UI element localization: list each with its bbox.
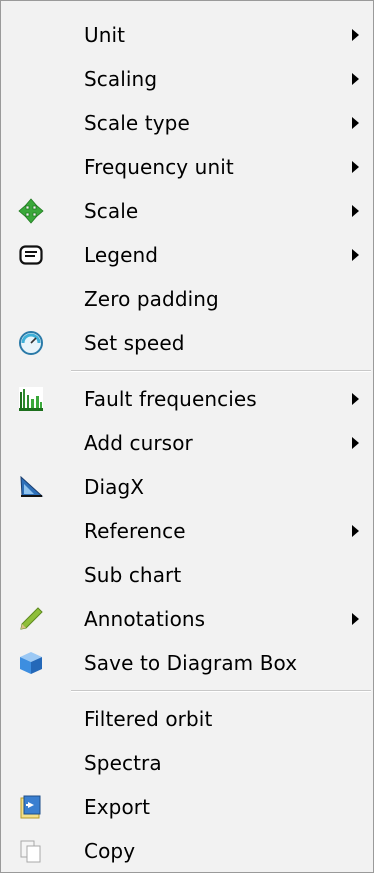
menu-item-filtered-orbit[interactable]: Filtered orbit [1, 697, 373, 741]
menu-item-label: Save to Diagram Box [84, 651, 298, 675]
submenu-arrow-icon [352, 249, 359, 261]
submenu-arrow-icon [352, 73, 359, 85]
menu-item-scale-type[interactable]: Scale type [1, 101, 373, 145]
menu-item-zero-padding[interactable]: Zero padding [1, 277, 373, 321]
menu-item-scale[interactable]: Scale [1, 189, 373, 233]
menu-separator [71, 690, 371, 692]
menu-item-label: Copy [84, 839, 136, 863]
pencil-icon [17, 605, 45, 633]
menu-item-copy[interactable]: Copy [1, 829, 373, 873]
menu-item-label: Export [84, 795, 151, 819]
menu-item-reference[interactable]: Reference [1, 509, 373, 553]
menu-item-scaling[interactable]: Scaling [1, 57, 373, 101]
menu-item-sub-chart[interactable]: Sub chart [1, 553, 373, 597]
fault-chart-icon [17, 385, 45, 413]
menu-item-set-speed[interactable]: Set speed [1, 321, 373, 365]
menu-item-label: Legend [84, 243, 159, 267]
menu-item-label: Spectra [84, 751, 162, 775]
menu-item-label: Filtered orbit [84, 707, 213, 731]
speedometer-icon [17, 329, 45, 357]
menu-item-label: Zero padding [84, 287, 219, 311]
menu-item-label: Sub chart [84, 563, 182, 587]
menu-item-label: Set speed [84, 331, 185, 355]
menu-separator [71, 370, 371, 372]
submenu-arrow-icon [352, 437, 359, 449]
submenu-arrow-icon [352, 393, 359, 405]
menu-item-fault-frequencies[interactable]: Fault frequencies [1, 377, 373, 421]
menu-item-frequency-unit[interactable]: Frequency unit [1, 145, 373, 189]
menu-item-diagx[interactable]: DiagX [1, 465, 373, 509]
menu-item-save-to-diagram-box[interactable]: Save to Diagram Box [1, 641, 373, 685]
submenu-arrow-icon [352, 613, 359, 625]
legend-icon [17, 241, 45, 269]
submenu-arrow-icon [352, 161, 359, 173]
move-arrows-icon [17, 197, 45, 225]
submenu-arrow-icon [352, 117, 359, 129]
menu-item-label: Annotations [84, 607, 206, 631]
menu-item-annotations[interactable]: Annotations [1, 597, 373, 641]
menu-item-spectra[interactable]: Spectra [1, 741, 373, 785]
context-menu: Unit Scaling Scale type Frequency unit S… [0, 0, 374, 873]
menu-item-label: Scaling [84, 67, 158, 91]
menu-item-label: Add cursor [84, 431, 193, 455]
menu-item-add-cursor[interactable]: Add cursor [1, 421, 373, 465]
diagx-icon [17, 473, 45, 501]
submenu-arrow-icon [352, 205, 359, 217]
menu-item-label: Scale type [84, 111, 190, 135]
cube-icon [17, 649, 45, 677]
menu-item-legend[interactable]: Legend [1, 233, 373, 277]
submenu-arrow-icon [352, 525, 359, 537]
menu-item-label: Unit [84, 23, 126, 47]
copy-icon [17, 837, 45, 865]
submenu-arrow-icon [352, 29, 359, 41]
menu-item-label: Reference [84, 519, 186, 543]
menu-item-label: Frequency unit [84, 155, 234, 179]
export-icon [17, 793, 45, 821]
menu-item-unit[interactable]: Unit [1, 13, 373, 57]
menu-item-export[interactable]: Export [1, 785, 373, 829]
menu-item-label: DiagX [84, 475, 145, 499]
menu-item-label: Scale [84, 199, 139, 223]
menu-item-label: Fault frequencies [84, 387, 257, 411]
